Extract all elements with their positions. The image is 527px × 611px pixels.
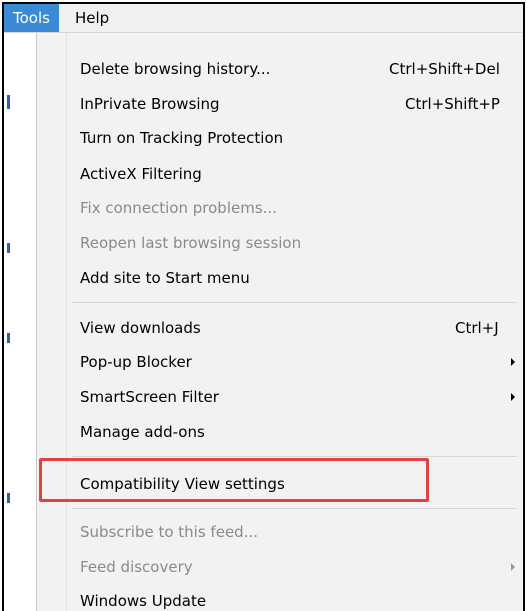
menu-item-reopen-last-session[interactable]: Reopen last browsing session — [37, 226, 523, 260]
menu-separator — [72, 456, 517, 457]
menu-item-view-downloads[interactable]: View downloads Ctrl+J — [37, 311, 523, 345]
menu-item-feed-discovery[interactable]: Feed discovery — [37, 550, 523, 584]
menu-item-delete-browsing-history[interactable]: Delete browsing history... Ctrl+Shift+De… — [37, 52, 523, 86]
page-background-strip — [4, 33, 36, 611]
menu-item-label: Windows Update — [80, 592, 207, 610]
menu-item-smartscreen-filter[interactable]: SmartScreen Filter — [37, 380, 523, 414]
submenu-arrow-icon — [511, 393, 515, 401]
page-fragment — [7, 493, 10, 503]
menu-item-label: ActiveX Filtering — [80, 165, 202, 183]
menu-item-label: Pop-up Blocker — [80, 353, 192, 371]
menu-bar: Tools Help — [4, 4, 523, 33]
menu-item-tracking-protection[interactable]: Turn on Tracking Protection — [37, 121, 523, 155]
menu-item-label: Feed discovery — [80, 558, 193, 576]
menu-item-label: View downloads — [80, 319, 201, 337]
menu-item-windows-update[interactable]: Windows Update — [37, 584, 523, 611]
menu-item-subscribe-to-feed[interactable]: Subscribe to this feed... — [37, 515, 523, 549]
menu-item-label: SmartScreen Filter — [80, 388, 219, 406]
menubar-help[interactable]: Help — [66, 4, 118, 32]
menu-item-shortcut: Ctrl+J — [455, 319, 499, 337]
highlight-box — [39, 458, 429, 502]
window-frame: Tools Help Delete browsing history... Ct… — [2, 2, 525, 611]
menu-item-shortcut: Ctrl+Shift+P — [405, 95, 500, 113]
menu-item-label: Subscribe to this feed... — [80, 523, 258, 541]
menu-item-label: Turn on Tracking Protection — [80, 129, 284, 147]
page-fragment — [7, 333, 10, 343]
menu-item-fix-connection-problems[interactable]: Fix connection problems... — [37, 191, 523, 225]
menu-item-activex-filtering[interactable]: ActiveX Filtering — [37, 157, 523, 191]
page-fragment — [7, 243, 10, 253]
menu-item-label: Reopen last browsing session — [80, 234, 302, 252]
menubar-tools[interactable]: Tools — [4, 4, 59, 32]
page-fragment — [7, 95, 10, 109]
submenu-arrow-icon — [511, 358, 515, 366]
menu-separator — [72, 302, 517, 303]
menu-item-label: Add site to Start menu — [80, 269, 250, 287]
menu-item-label: Manage add-ons — [80, 423, 205, 441]
menu-item-popup-blocker[interactable]: Pop-up Blocker — [37, 345, 523, 379]
menu-item-label: Fix connection problems... — [80, 199, 277, 217]
menu-item-manage-add-ons[interactable]: Manage add-ons — [37, 415, 523, 449]
menu-item-inprivate-browsing[interactable]: InPrivate Browsing Ctrl+Shift+P — [37, 87, 523, 121]
menu-item-label: InPrivate Browsing — [80, 95, 220, 113]
submenu-arrow-icon — [511, 563, 515, 571]
menu-item-label: Delete browsing history... — [80, 60, 271, 78]
menu-item-shortcut: Ctrl+Shift+Del — [389, 60, 500, 78]
tools-dropdown-menu: Delete browsing history... Ctrl+Shift+De… — [36, 33, 523, 611]
menu-separator — [72, 508, 517, 509]
menu-item-add-site-to-start[interactable]: Add site to Start menu — [37, 261, 523, 295]
